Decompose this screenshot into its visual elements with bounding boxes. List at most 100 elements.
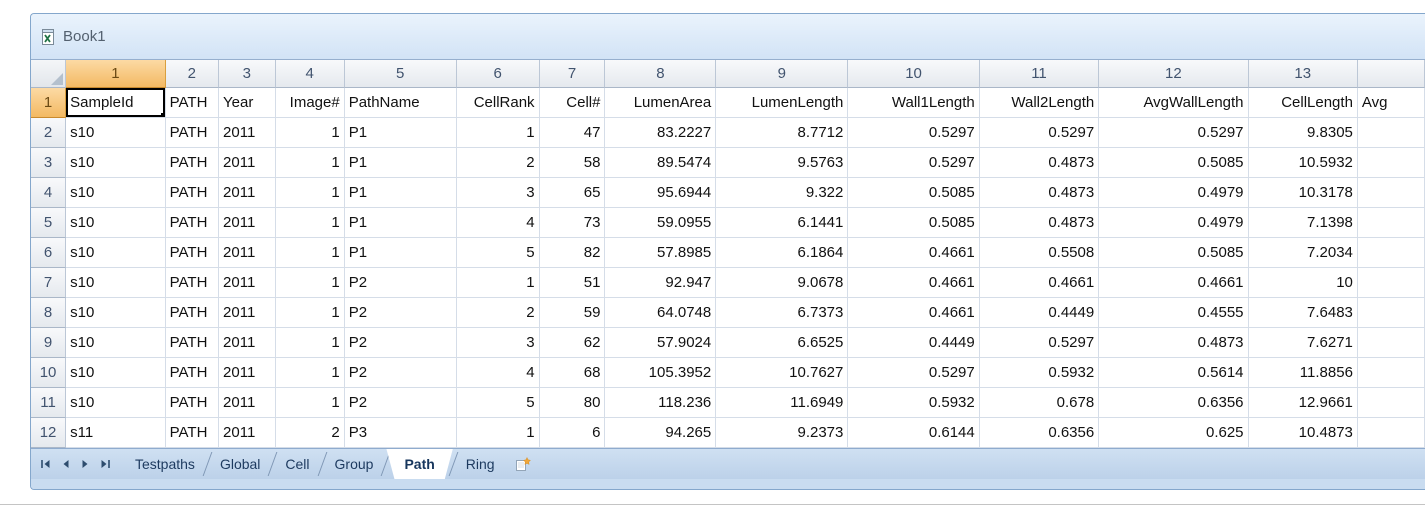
cell[interactable]: Image# [276, 88, 345, 118]
cell[interactable]: 4 [457, 358, 540, 388]
cell[interactable]: 59.0955 [605, 208, 716, 238]
cell[interactable]: 0.4979 [1099, 178, 1248, 208]
cell[interactable]: s10 [66, 238, 166, 268]
cell[interactable]: s10 [66, 118, 166, 148]
cell[interactable]: 0.4661 [1099, 268, 1248, 298]
cell[interactable]: PATH [166, 238, 219, 268]
cell[interactable]: PATH [166, 88, 219, 118]
cell[interactable]: 7.2034 [1249, 238, 1358, 268]
cell[interactable]: 0.678 [980, 388, 1099, 418]
cell[interactable]: 0.5297 [980, 328, 1099, 358]
cell[interactable]: s10 [66, 148, 166, 178]
cell[interactable]: 0.6356 [1099, 388, 1248, 418]
row-header-9[interactable]: 9 [31, 328, 66, 358]
cell[interactable]: Wall2Length [980, 88, 1099, 118]
column-header-10[interactable]: 10 [848, 60, 979, 88]
sheet-tab-testpaths[interactable]: Testpaths [123, 449, 207, 479]
cell[interactable]: 0.4449 [848, 328, 979, 358]
column-header-5[interactable]: 5 [345, 60, 457, 88]
cell[interactable]: PATH [166, 118, 219, 148]
cell[interactable]: 4 [457, 208, 540, 238]
cell[interactable]: 62 [540, 328, 606, 358]
row-header-2[interactable]: 2 [31, 118, 66, 148]
cell[interactable]: 12.9661 [1249, 388, 1358, 418]
cell[interactable]: PATH [166, 328, 219, 358]
cell[interactable]: 0.5297 [980, 118, 1099, 148]
cell[interactable]: P1 [345, 238, 457, 268]
cell[interactable]: 11.8856 [1249, 358, 1358, 388]
cell[interactable]: 0.4661 [848, 298, 979, 328]
cell[interactable]: 0.5932 [848, 388, 979, 418]
cell[interactable]: LumenArea [605, 88, 716, 118]
row-header-1[interactable]: 1 [31, 88, 66, 118]
sheet-tab-cell[interactable]: Cell [273, 449, 321, 479]
column-header-2[interactable]: 2 [166, 60, 219, 88]
cell[interactable]: 2 [457, 148, 540, 178]
cell[interactable]: PATH [166, 358, 219, 388]
cell[interactable]: 0.4661 [980, 268, 1099, 298]
cell[interactable]: 2011 [219, 268, 276, 298]
cell[interactable]: 3 [457, 178, 540, 208]
row-header-6[interactable]: 6 [31, 238, 66, 268]
cell[interactable]: 1 [457, 418, 540, 448]
cell[interactable]: 1 [276, 388, 345, 418]
cell[interactable]: 2 [457, 298, 540, 328]
cell[interactable]: 6.1441 [716, 208, 848, 238]
cell[interactable]: 2011 [219, 388, 276, 418]
row-header-10[interactable]: 10 [31, 358, 66, 388]
column-header-13[interactable]: 13 [1249, 60, 1358, 88]
cell[interactable]: 6.6525 [716, 328, 848, 358]
cell[interactable]: 0.4449 [980, 298, 1099, 328]
cell[interactable]: 1 [276, 358, 345, 388]
cell[interactable]: PathName [345, 88, 457, 118]
cell[interactable]: 89.5474 [605, 148, 716, 178]
sheet-tab-global[interactable]: Global [208, 449, 272, 479]
sheet-tab-group[interactable]: Group [323, 449, 386, 479]
cell[interactable]: s11 [66, 418, 166, 448]
cell[interactable]: PATH [166, 148, 219, 178]
row-header-11[interactable]: 11 [31, 388, 66, 418]
cell[interactable]: 1 [276, 298, 345, 328]
cell[interactable]: 7.6271 [1249, 328, 1358, 358]
cell[interactable]: 0.5085 [848, 208, 979, 238]
column-header-6[interactable]: 6 [457, 60, 540, 88]
cell[interactable]: Wall1Length [848, 88, 979, 118]
cell[interactable]: P2 [345, 268, 457, 298]
previous-sheet-button[interactable] [57, 456, 74, 473]
cell[interactable]: s10 [66, 328, 166, 358]
cell[interactable] [1358, 148, 1425, 178]
sheet-tab-path[interactable]: Path [386, 449, 452, 479]
row-header-8[interactable]: 8 [31, 298, 66, 328]
cell[interactable]: 0.5614 [1099, 358, 1248, 388]
cell[interactable]: 2011 [219, 328, 276, 358]
cell[interactable]: 0.4873 [980, 178, 1099, 208]
column-header-3[interactable]: 3 [219, 60, 276, 88]
cell[interactable]: CellLength [1249, 88, 1358, 118]
cell[interactable] [1358, 178, 1425, 208]
row-header-4[interactable]: 4 [31, 178, 66, 208]
cell[interactable]: 0.4873 [1099, 328, 1248, 358]
cell[interactable] [1358, 418, 1425, 448]
cell[interactable]: 65 [540, 178, 606, 208]
cell[interactable]: 7.1398 [1249, 208, 1358, 238]
cell[interactable]: 0.4555 [1099, 298, 1248, 328]
cell[interactable]: 9.0678 [716, 268, 848, 298]
cell[interactable]: s10 [66, 178, 166, 208]
cell[interactable]: 0.5085 [1099, 148, 1248, 178]
column-header-1[interactable]: 1 [66, 60, 166, 88]
column-header-11[interactable]: 11 [980, 60, 1099, 88]
cell[interactable] [1358, 118, 1425, 148]
cell[interactable]: P3 [345, 418, 457, 448]
active-cell-A1[interactable]: SampleId [66, 88, 166, 118]
cell[interactable]: 57.9024 [605, 328, 716, 358]
cell[interactable]: 95.6944 [605, 178, 716, 208]
cell[interactable]: 0.4873 [980, 208, 1099, 238]
cell[interactable]: P1 [345, 148, 457, 178]
cell[interactable] [1358, 388, 1425, 418]
cell[interactable]: 0.6144 [848, 418, 979, 448]
cell[interactable]: s10 [66, 208, 166, 238]
cell[interactable]: 3 [457, 328, 540, 358]
cell[interactable]: 118.236 [605, 388, 716, 418]
cell[interactable]: 9.2373 [716, 418, 848, 448]
cell[interactable]: P1 [345, 118, 457, 148]
